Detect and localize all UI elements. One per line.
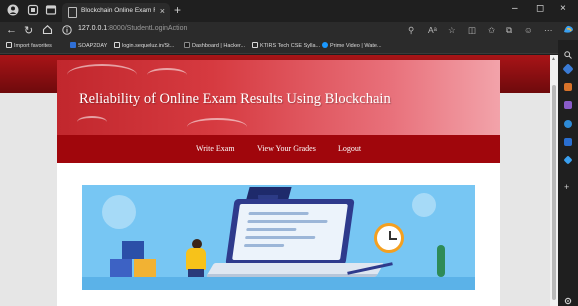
bookmark-prime-video[interactable]: Prime Video | Wate... bbox=[322, 42, 382, 49]
page-scrollbar[interactable]: ▲ bbox=[550, 55, 558, 306]
page-container: Reliability of Online Exam Results Using… bbox=[57, 60, 500, 306]
search-icon[interactable]: ⚲ bbox=[408, 25, 414, 36]
more-options-icon[interactable]: ⋯ bbox=[544, 25, 553, 36]
sidebar-tag-icon[interactable] bbox=[562, 63, 574, 75]
sidebar-settings-icon[interactable] bbox=[564, 292, 572, 305]
bookmark-label: KTIRS Tech CSE Sylla... bbox=[260, 43, 321, 49]
nav-write-exam[interactable]: Write Exam bbox=[196, 144, 235, 153]
decorative-bubble bbox=[412, 193, 436, 217]
stack-box-icon bbox=[110, 259, 132, 277]
decorative-bubble bbox=[102, 195, 136, 229]
split-screen-icon[interactable]: ◫ bbox=[468, 25, 476, 36]
prime-video-icon bbox=[322, 42, 328, 48]
minimize-button[interactable]: – bbox=[512, 3, 518, 14]
browser-tab-bar: Blockchain Online Exam Results × + – ◻ × bbox=[0, 0, 578, 22]
laptop-display bbox=[232, 204, 348, 260]
bookmark-label: Prime Video | Wate... bbox=[330, 43, 382, 49]
site-title: Reliability of Online Exam Results Using… bbox=[79, 91, 391, 107]
bookmarks-bar: Import favorites SOAP2DAY login.sequeluz… bbox=[0, 40, 578, 54]
tab-actions-icon[interactable] bbox=[44, 4, 58, 18]
bookmark-import-favorites[interactable]: Import favorites bbox=[6, 42, 52, 49]
hackerrank-icon bbox=[184, 42, 190, 48]
page-viewport: Reliability of Online Exam Results Using… bbox=[0, 55, 558, 306]
bookmark-label: Dashboard | Hacker... bbox=[192, 43, 246, 49]
page-favicon-icon bbox=[68, 7, 77, 18]
bookmark-soap2day[interactable]: SOAP2DAY bbox=[70, 42, 107, 49]
browser-sidebar: + bbox=[558, 40, 578, 306]
stack-box-icon bbox=[134, 259, 156, 277]
decorative-swoosh bbox=[147, 68, 187, 82]
laptop-screen-icon bbox=[225, 199, 355, 265]
screen-line bbox=[246, 228, 297, 231]
sidebar-outlook-icon[interactable] bbox=[564, 138, 572, 146]
bookmark-login-sequeluz[interactable]: login.sequeluz.in/St... bbox=[114, 42, 174, 49]
bookmark-label: Import favorites bbox=[14, 43, 52, 49]
nav-logout[interactable]: Logout bbox=[338, 144, 361, 153]
favorite-star-icon[interactable]: ☆ bbox=[448, 25, 456, 36]
clock-hand bbox=[389, 238, 397, 240]
active-tab[interactable]: Blockchain Online Exam Results × bbox=[62, 3, 170, 22]
back-arrow-icon[interactable]: ← bbox=[6, 24, 17, 36]
site-icon bbox=[70, 42, 76, 48]
screen-line bbox=[245, 236, 316, 239]
page-icon bbox=[252, 42, 258, 48]
address-toolbar: ← ↻ 127.0.0.1:8000/StudentLoginAction ⚲ … bbox=[0, 22, 578, 40]
sidebar-shopping-icon[interactable] bbox=[564, 83, 572, 91]
page-icon bbox=[114, 42, 120, 48]
new-tab-button[interactable]: + bbox=[174, 3, 181, 17]
scrollbar-thumb[interactable] bbox=[552, 85, 556, 300]
bookmark-label: login.sequeluz.in/St... bbox=[122, 43, 175, 49]
maximize-button[interactable]: ◻ bbox=[536, 3, 544, 14]
url-field[interactable]: 127.0.0.1:8000/StudentLoginAction bbox=[78, 25, 187, 32]
student-figure-legs bbox=[188, 269, 204, 277]
sidebar-send-icon[interactable] bbox=[563, 155, 573, 165]
url-host: 127.0.0.1 bbox=[78, 25, 108, 32]
collections-icon[interactable]: ⧉ bbox=[506, 25, 512, 36]
close-window-button[interactable]: × bbox=[560, 3, 566, 14]
feedback-icon[interactable]: ☺ bbox=[524, 25, 533, 35]
desk-surface bbox=[82, 277, 475, 290]
tab-close-icon[interactable]: × bbox=[160, 6, 165, 16]
clock-icon bbox=[374, 223, 404, 253]
screen-line bbox=[243, 244, 285, 247]
decorative-swoosh bbox=[187, 118, 247, 135]
scroll-up-arrow-icon[interactable]: ▲ bbox=[551, 56, 556, 62]
student-figure-body bbox=[186, 248, 206, 270]
sidebar-tools-icon[interactable] bbox=[564, 101, 572, 109]
site-info-icon[interactable] bbox=[62, 25, 72, 38]
stack-box-icon bbox=[122, 241, 144, 259]
favorites-icon[interactable]: ✩ bbox=[488, 25, 495, 36]
main-navigation: Write Exam View Your Grades Logout bbox=[57, 135, 500, 163]
site-header-banner: Reliability of Online Exam Results Using… bbox=[57, 60, 500, 135]
sidebar-search-icon[interactable] bbox=[564, 46, 572, 59]
sidebar-games-icon[interactable] bbox=[564, 120, 572, 128]
tab-title: Blockchain Online Exam Results bbox=[81, 7, 155, 14]
sidebar-add-icon[interactable]: + bbox=[564, 183, 572, 192]
decorative-swoosh bbox=[67, 64, 137, 86]
plant-icon bbox=[437, 245, 445, 277]
hero-illustration bbox=[82, 185, 475, 290]
workspaces-icon[interactable] bbox=[26, 4, 40, 18]
folder-icon bbox=[6, 42, 12, 48]
screen-line bbox=[248, 212, 309, 215]
screen-line bbox=[247, 220, 328, 223]
bookmark-label: SOAP2DAY bbox=[78, 43, 108, 49]
profile-avatar-icon[interactable] bbox=[6, 4, 20, 18]
reload-icon[interactable]: ↻ bbox=[24, 24, 33, 37]
bookmark-hacker-dashboard[interactable]: Dashboard | Hacker... bbox=[184, 42, 245, 49]
url-path: :8000/StudentLoginAction bbox=[107, 25, 188, 32]
read-aloud-icon[interactable]: Aᵃ bbox=[428, 25, 437, 35]
copilot-icon[interactable] bbox=[563, 24, 574, 37]
home-icon[interactable] bbox=[42, 24, 53, 38]
decorative-swoosh bbox=[77, 116, 107, 128]
nav-view-your-grades[interactable]: View Your Grades bbox=[257, 144, 316, 153]
bookmark-ktirs-tech[interactable]: KTIRS Tech CSE Sylla... bbox=[252, 42, 320, 49]
